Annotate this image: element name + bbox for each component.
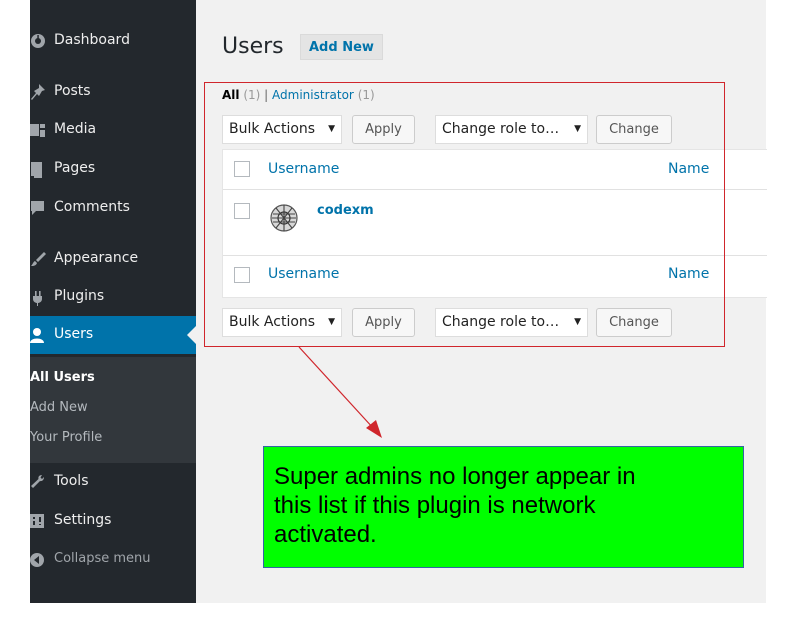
annotation-note: Super admins no longer appear in this li…	[263, 446, 744, 568]
screenshot-frame: Dashboard Posts Media Pages Comments App…	[0, 0, 792, 638]
